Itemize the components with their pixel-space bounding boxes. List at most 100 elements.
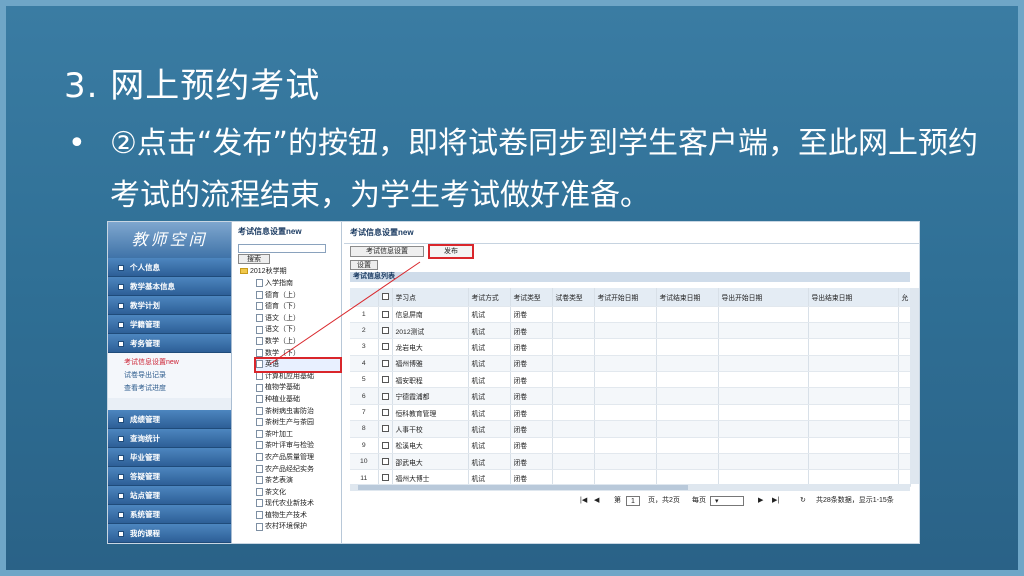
prev-page-icon[interactable]: ◀ <box>594 494 599 508</box>
checkbox[interactable] <box>381 343 389 351</box>
nav-sub-exam-settings[interactable]: 考试信息设置new <box>124 356 231 369</box>
table-row[interactable]: 2 2012测试 机试 闭卷 <box>350 322 911 340</box>
checkbox[interactable] <box>381 474 389 482</box>
tree-node[interactable]: 语文（下） <box>256 324 340 336</box>
tree-node[interactable]: 农村环境保护 <box>256 521 340 533</box>
grid-vertical-scrollbar[interactable] <box>910 288 919 484</box>
grid-header-export-end[interactable]: 导出结束日期 <box>808 288 899 307</box>
nav-item-teaching-plan[interactable]: 教学计划 <box>108 296 231 315</box>
tree-node[interactable]: 计算机应用基础 <box>256 371 340 383</box>
grid-header-site[interactable]: 学习点 <box>392 288 469 307</box>
table-row[interactable]: 4 福州博雅 机试 闭卷 <box>350 355 911 373</box>
row-checkbox[interactable] <box>378 338 393 356</box>
table-row[interactable]: 6 宁德霞浦都 机试 闭卷 <box>350 387 911 405</box>
exam-settings-button[interactable]: 考试信息设置 <box>350 246 424 257</box>
next-page-icon[interactable]: ▶ <box>758 494 763 508</box>
checkbox[interactable] <box>381 392 389 400</box>
row-number: 6 <box>350 387 379 405</box>
grid-header-allow[interactable]: 允 <box>898 288 911 307</box>
checkbox[interactable] <box>381 376 389 384</box>
tree-node[interactable]: 德育（下） <box>256 301 340 313</box>
row-checkbox[interactable] <box>378 404 393 422</box>
first-page-icon[interactable]: |◀ <box>580 494 587 508</box>
checkbox[interactable] <box>381 326 389 334</box>
grid-header-start[interactable]: 考试开始日期 <box>594 288 657 307</box>
checkbox[interactable] <box>381 293 389 301</box>
tree-list: 入学指南 德育（上） 德育（下） 语文（上） 语文（下） 数学（上） 数学（下） 英语 计算机应… <box>254 278 342 533</box>
checkbox[interactable] <box>381 408 389 416</box>
nav-item-personal[interactable]: 个人信息 <box>108 258 231 277</box>
tree-node[interactable]: 植物生产技术 <box>256 510 340 522</box>
table-row[interactable]: 9 松溪电大 机试 闭卷 <box>350 437 911 455</box>
tree-node[interactable]: 现代农业新技术 <box>256 498 340 510</box>
tree-node[interactable]: 茶艺表演 <box>256 475 340 487</box>
grid-header-end[interactable]: 考试结束日期 <box>656 288 719 307</box>
row-checkbox[interactable] <box>378 371 393 389</box>
tree-node[interactable]: 农产品经纪实务 <box>256 464 340 476</box>
nav-item-graduation[interactable]: 毕业管理 <box>108 448 231 467</box>
set-button[interactable]: 设置 <box>350 260 378 270</box>
nav-item-system[interactable]: 系统管理 <box>108 505 231 524</box>
row-paper <box>552 306 595 323</box>
tree-node[interactable]: 数学（上） <box>256 336 340 348</box>
tree-node[interactable]: 农产品质量管理 <box>256 452 340 464</box>
scroll-thumb[interactable] <box>358 485 688 490</box>
nav-item-site[interactable]: 站点管理 <box>108 486 231 505</box>
table-row[interactable]: 8 人事干校 机试 闭卷 <box>350 420 911 438</box>
row-checkbox[interactable] <box>378 387 393 405</box>
checkbox[interactable] <box>381 458 389 466</box>
grid-header-paper[interactable]: 试卷类型 <box>552 288 595 307</box>
per-page-select[interactable]: ▾ <box>710 496 744 506</box>
checkbox[interactable] <box>381 359 389 367</box>
nav-sub-export-records[interactable]: 试卷导出记录 <box>124 369 231 382</box>
nav-item-exam-affairs[interactable]: 考务管理 <box>108 334 231 353</box>
row-checkbox[interactable] <box>378 306 393 323</box>
table-row[interactable]: 1 信息屏南 机试 闭卷 <box>350 306 911 323</box>
nav-item-grades[interactable]: 成绩管理 <box>108 410 231 429</box>
nav-item-student-records[interactable]: 学籍管理 <box>108 315 231 334</box>
row-checkbox[interactable] <box>378 355 393 373</box>
table-row[interactable]: 7 恒科教育管理 机试 闭卷 <box>350 404 911 422</box>
checkbox[interactable] <box>381 425 389 433</box>
tree-search-input[interactable] <box>238 244 326 253</box>
tree-node[interactable]: 种植业基础 <box>256 394 340 406</box>
document-icon <box>256 302 263 311</box>
grid-header-export-start[interactable]: 导出开始日期 <box>718 288 809 307</box>
tree-root[interactable]: 2012秋学期 <box>238 266 287 276</box>
tree-node[interactable]: 德育（上） <box>256 290 340 302</box>
tree-search-button[interactable]: 搜索 <box>238 254 270 264</box>
publish-button[interactable]: 发布 <box>428 244 474 259</box>
tree-node[interactable]: 英语 <box>254 357 342 373</box>
table-row[interactable]: 5 福安职程 机试 闭卷 <box>350 371 911 389</box>
tree-node[interactable]: 入学指南 <box>256 278 340 290</box>
last-page-icon[interactable]: ▶| <box>772 494 779 508</box>
page-input[interactable]: 1 <box>626 496 640 506</box>
row-checkbox[interactable] <box>378 322 393 340</box>
nav-item-my-courses[interactable]: 我的课程 <box>108 524 231 543</box>
tree-node[interactable]: 植物学基础 <box>256 382 340 394</box>
tree-node[interactable]: 茶叶加工 <box>256 429 340 441</box>
grid-header-type[interactable]: 考试类型 <box>510 288 553 307</box>
tree-node[interactable]: 茶树病虫害防治 <box>256 406 340 418</box>
document-icon <box>256 395 263 404</box>
nav-item-teaching-info[interactable]: 教学基本信息 <box>108 277 231 296</box>
refresh-icon[interactable]: ↻ <box>800 494 806 508</box>
grid-header-check[interactable] <box>378 288 393 307</box>
checkbox[interactable] <box>381 441 389 449</box>
row-checkbox[interactable] <box>378 420 393 438</box>
checkbox[interactable] <box>381 310 389 318</box>
tree-node[interactable]: 数学（下） <box>256 348 340 360</box>
tree-node[interactable]: 茶叶评审与检验 <box>256 440 340 452</box>
nav-item-stats[interactable]: 查询统计 <box>108 429 231 448</box>
tree-node[interactable]: 茶文化 <box>256 487 340 499</box>
nav-item-qa[interactable]: 答疑管理 <box>108 467 231 486</box>
nav-sub-exam-progress[interactable]: 查看考试进度 <box>124 382 231 395</box>
table-row[interactable]: 10 邵武电大 机试 闭卷 <box>350 453 911 471</box>
tree-node[interactable]: 茶树生产与茶园 <box>256 417 340 429</box>
row-checkbox[interactable] <box>378 437 393 455</box>
tree-node[interactable]: 语文（上） <box>256 313 340 325</box>
grid-horizontal-scrollbar[interactable] <box>350 484 910 491</box>
table-row[interactable]: 3 龙岩电大 机试 闭卷 <box>350 338 911 356</box>
grid-header-mode[interactable]: 考试方式 <box>468 288 511 307</box>
row-checkbox[interactable] <box>378 453 393 471</box>
